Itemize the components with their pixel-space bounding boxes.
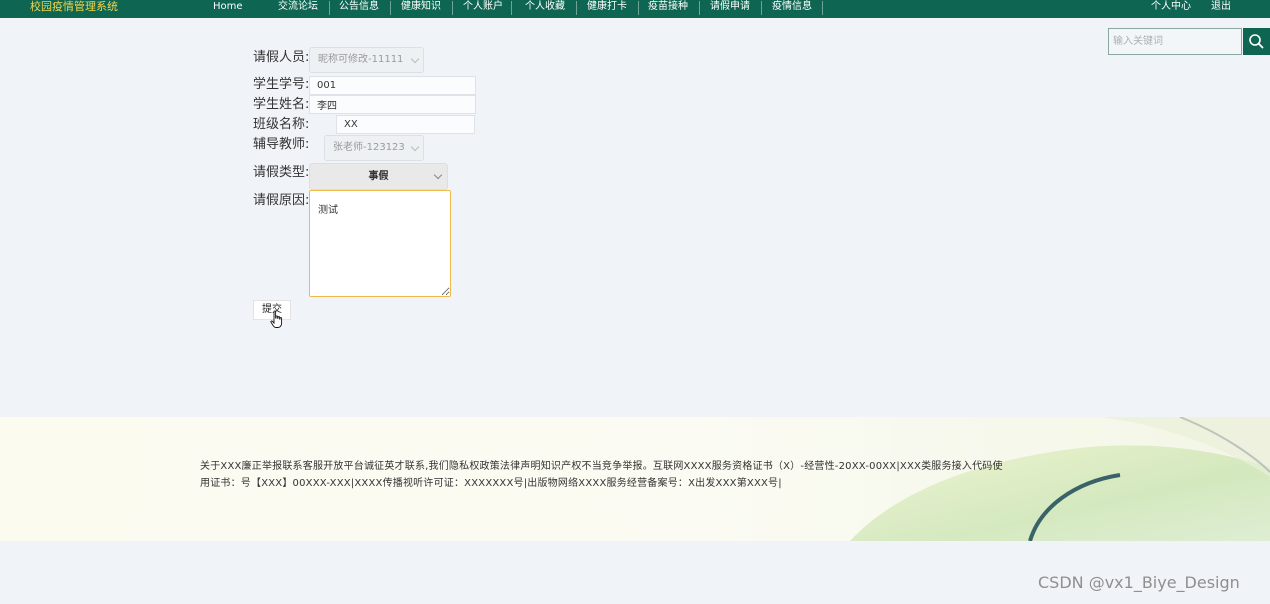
nav-divider — [390, 1, 391, 15]
teacher-select[interactable]: 张老师-123123 — [324, 135, 424, 161]
chevron-down-icon — [410, 54, 420, 64]
nav-divider — [329, 1, 330, 15]
nav-divider — [699, 1, 700, 15]
student-name-label: 学生姓名: — [253, 97, 310, 112]
leave-type-select[interactable]: 事假 — [309, 163, 448, 190]
nav-divider — [511, 1, 512, 15]
leave-person-label: 请假人员: — [253, 50, 310, 65]
leave-person-select[interactable]: 昵称可修改-11111 — [309, 47, 424, 73]
leave-type-label: 请假类型: — [253, 165, 310, 180]
chevron-down-icon — [433, 170, 443, 180]
teacher-value: 张老师-123123 — [333, 142, 405, 153]
user-center-link[interactable]: 个人中心 — [1151, 0, 1191, 13]
nav-item-vaccination[interactable]: 疫苗接种 — [648, 0, 688, 13]
nav-item-leave-request[interactable]: 请假申请 — [710, 0, 750, 13]
nav-item-epidemic-info[interactable]: 疫情信息 — [772, 0, 812, 13]
teacher-label: 辅导教师: — [253, 137, 310, 152]
site-title[interactable]: 校园疫情管理系统 — [30, 0, 118, 13]
reason-textarea[interactable]: 测试 — [309, 190, 451, 297]
class-name-input[interactable] — [336, 115, 475, 134]
nav-divider — [761, 1, 762, 15]
nav-item-health-info[interactable]: 健康知识 — [401, 0, 441, 13]
class-name-label: 班级名称: — [253, 117, 310, 132]
nav-item-home[interactable]: Home — [213, 0, 243, 13]
footer: 关于XXX廉正举报联系客服开放平台诚征英才联系,我们隐私权政策法律声明知识产权不… — [0, 417, 1270, 541]
nav-divider — [638, 1, 639, 15]
hand-cursor-icon — [270, 310, 283, 328]
nav-item-forum[interactable]: 交流论坛 — [278, 0, 318, 13]
nav-item-notices[interactable]: 公告信息 — [339, 0, 379, 13]
nav-item-favorites[interactable]: 个人收藏 — [525, 0, 565, 13]
top-nav-bar: 校园疫情管理系统 Home 交流论坛 公告信息 健康知识 个人账户 个人收藏 健… — [0, 0, 1270, 18]
nav-divider — [822, 1, 823, 15]
nav-divider — [452, 1, 453, 15]
reason-label: 请假原因: — [253, 193, 310, 208]
search-button[interactable] — [1243, 28, 1270, 55]
leave-type-value: 事假 — [368, 171, 389, 182]
logout-link[interactable]: 退出 — [1211, 0, 1231, 13]
nav-item-health-checkin[interactable]: 健康打卡 — [587, 0, 627, 13]
student-id-input[interactable] — [309, 76, 476, 95]
search-icon — [1249, 34, 1264, 49]
chevron-down-icon — [410, 142, 420, 152]
footer-text: 关于XXX廉正举报联系客服开放平台诚征英才联系,我们隐私权政策法律声明知识产权不… — [200, 461, 1003, 489]
student-name-input[interactable] — [309, 95, 476, 114]
nav-item-account[interactable]: 个人账户 — [463, 0, 503, 13]
search-input[interactable] — [1108, 28, 1242, 55]
watermark: CSDN @vx1_Biye_Design — [1038, 573, 1240, 592]
leave-person-value: 昵称可修改-11111 — [318, 54, 404, 65]
nav-divider — [576, 1, 577, 15]
student-id-label: 学生学号: — [253, 77, 310, 92]
